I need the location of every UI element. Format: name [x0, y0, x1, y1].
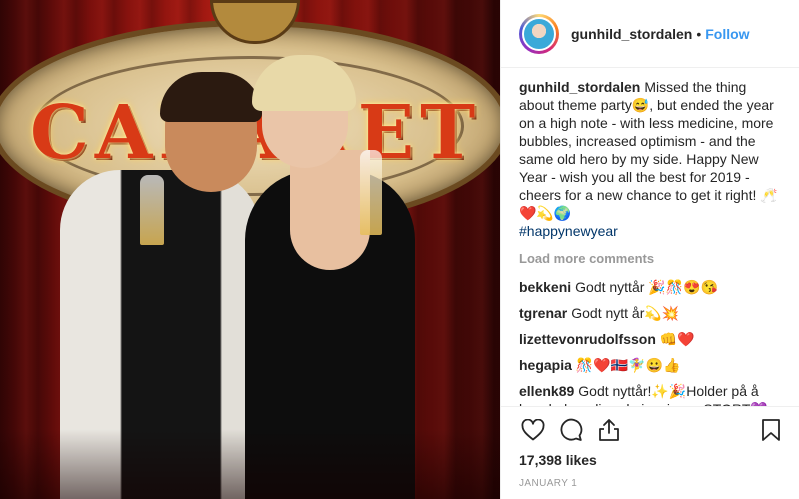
champagne-glass: [140, 175, 164, 245]
follow-button[interactable]: Follow: [705, 26, 749, 42]
post-side-panel: gunhild_stordalen • Follow gunhild_stord…: [500, 0, 799, 499]
caption-username[interactable]: gunhild_stordalen: [519, 79, 640, 95]
comments-section[interactable]: gunhild_stordalen Missed the thing about …: [501, 68, 799, 406]
comment-username[interactable]: ellenk89: [519, 383, 574, 399]
header-username[interactable]: gunhild_stordalen: [571, 26, 692, 42]
instagram-post: CABARET gunhild_stordalen • Follow gunhi…: [0, 0, 799, 499]
load-more-comments-button[interactable]: Load more comments: [519, 250, 785, 268]
comment-username[interactable]: lizettevonrudolfsson: [519, 331, 656, 347]
comment-item: bekkeni Godt nyttår 🎉🎊😍😘: [519, 278, 785, 296]
avatar-story-ring[interactable]: [519, 13, 559, 54]
post-date[interactable]: JANUARY 1: [501, 472, 799, 499]
comment-item: lizettevonrudolfsson 👊❤️: [519, 330, 785, 348]
share-icon[interactable]: [595, 416, 623, 444]
avatar[interactable]: [522, 16, 556, 51]
comment-text: Godt nytt år💫💥: [571, 305, 680, 321]
comment-username[interactable]: tgrenar: [519, 305, 567, 321]
post-actions-bar: [501, 406, 799, 452]
likes-count[interactable]: 17,398 likes: [501, 452, 799, 472]
comment-text: 🎊❤️🇳🇴🧚‍♀️😀👍: [575, 357, 681, 373]
comment-username[interactable]: hegapia: [519, 357, 572, 373]
champagne-glass: [360, 150, 382, 235]
comment-text: 👊❤️: [659, 331, 695, 347]
hashtag-link[interactable]: #happynewyear: [519, 223, 618, 239]
comment-text: Godt nyttår 🎉🎊😍😘: [575, 279, 719, 295]
comment-icon[interactable]: [557, 416, 585, 444]
comment-username[interactable]: bekkeni: [519, 279, 571, 295]
heart-icon[interactable]: [519, 416, 547, 444]
stage-shadow: [0, 429, 500, 499]
bookmark-icon[interactable]: [757, 416, 785, 444]
post-photo[interactable]: CABARET: [0, 0, 500, 499]
caption-text: Missed the thing about theme party😅, but…: [519, 79, 778, 221]
comment-item: tgrenar Godt nytt år💫💥: [519, 304, 785, 322]
post-header: gunhild_stordalen • Follow: [501, 0, 799, 68]
post-caption: gunhild_stordalen Missed the thing about …: [519, 78, 785, 240]
woman-neckline: [290, 150, 370, 270]
comment-item: ellenk89Godt nyttår!✨🎉Holder på å lese b…: [519, 382, 785, 406]
header-separator: •: [696, 25, 702, 42]
comment-item: hegapia 🎊❤️🇳🇴🧚‍♀️😀👍: [519, 356, 785, 374]
